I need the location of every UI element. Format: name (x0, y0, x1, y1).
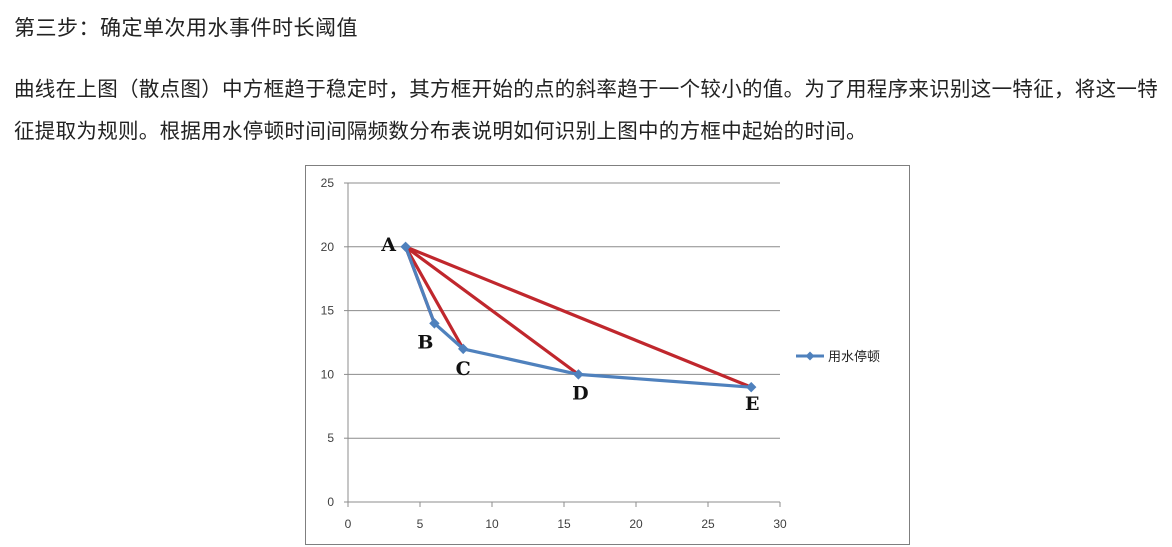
x-tick-label: 10 (485, 517, 499, 531)
y-tick-label: 10 (321, 367, 335, 381)
point-label-B: B (417, 331, 433, 353)
point-label-C: C (456, 358, 471, 380)
y-tick-label: 0 (327, 495, 334, 509)
point-label-A: A (380, 234, 396, 256)
axes (344, 182, 781, 507)
slope-line-A-C (403, 245, 465, 351)
data-point-E (745, 381, 757, 393)
y-tick-label: 25 (321, 176, 335, 190)
legend-label: 用水停顿 (828, 349, 880, 365)
x-tick-label: 25 (701, 517, 715, 531)
x-tick-label: 5 (417, 517, 424, 531)
chart-area: 0 5 10 15 20 25 0 5 10 15 20 25 30 A B C D E 用水停顿 (305, 165, 910, 545)
x-tick-label: 30 (773, 517, 787, 531)
x-tick-label: 20 (629, 517, 643, 531)
y-tick-label: 15 (321, 304, 335, 318)
legend: 用水停顿 (796, 349, 880, 365)
point-label-D: D (572, 382, 588, 404)
tick-labels: 0 5 10 15 20 25 0 5 10 15 20 25 30 (321, 176, 787, 531)
chart-svg: 0 5 10 15 20 25 0 5 10 15 20 25 30 A B C D E 用水停顿 (321, 176, 880, 531)
legend-marker (805, 351, 815, 361)
grid-lines (348, 182, 780, 503)
x-tick-label: 0 (345, 517, 352, 531)
point-label-E: E (745, 393, 759, 415)
x-tick-label: 15 (557, 517, 571, 531)
description-paragraph: 曲线在上图（散点图）中方框趋于稳定时，其方框开始的点的斜率趋于一个较小的值。为了… (14, 77, 1158, 143)
y-tick-label: 20 (321, 240, 335, 254)
y-tick-label: 5 (327, 431, 334, 445)
section-heading: 第三步：确定单次用水事件时长阈值 (14, 16, 358, 40)
